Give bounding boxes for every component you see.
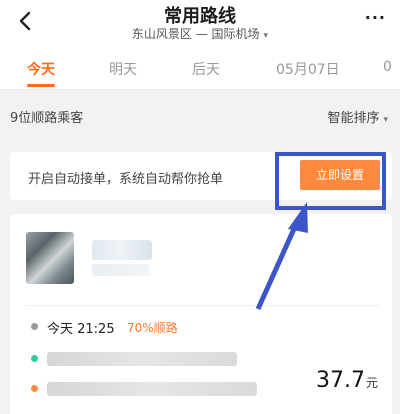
departure-time: 今天 21:25 [47,322,115,337]
app-screen: 常用路线 东山风景区 — 国际机场 ▾ ··· 今天 明天 后天 05月07日 0… [0,0,400,414]
passenger-info-redacted [92,264,150,276]
start-location-dot-icon [31,355,38,362]
tab-next-date[interactable]: 0 [383,59,392,75]
top-bar: 常用路线 东山风景区 — 国际机场 ▾ ··· [0,0,400,46]
filter-bar: 9位顺路乘客 智能排序 ▾ [0,92,400,138]
time-dot-icon [31,323,38,330]
avatar [26,232,74,284]
route-selector[interactable]: 东山风景区 — 国际机场 ▾ [0,25,400,42]
tab-may-07[interactable]: 05月07日 [276,59,340,79]
tab-today[interactable]: 今天 [27,59,55,79]
passenger-count: 9位顺路乘客 [10,111,84,126]
route-match-percent: 70%顺路 [127,321,178,335]
annotation-highlight-box [275,152,386,210]
sort-label: 智能排序 [327,111,380,126]
active-tab-indicator [27,84,55,87]
sort-dropdown[interactable]: 智能排序 ▾ [327,107,388,126]
card-divider [26,305,380,306]
auto-accept-text: 开启自动接单，系统自动帮你抢单 [28,172,224,187]
price-value: 37.7 [316,368,365,393]
trip-price: 37.7元 [316,368,378,393]
date-tabs: 今天 明天 后天 05月07日 0 [0,46,400,90]
end-location-redacted [47,382,257,396]
chevron-down-icon: ▾ [383,115,388,125]
start-location-redacted [47,352,237,366]
chevron-down-icon: ▾ [263,31,269,41]
route-text: 东山风景区 — 国际机场 [131,27,260,41]
price-unit: 元 [365,376,378,390]
tab-tomorrow[interactable]: 明天 [109,59,137,79]
more-menu-icon[interactable]: ··· [365,8,386,27]
passenger-name-redacted [92,240,152,260]
end-location-dot-icon [31,385,38,392]
tab-day-after[interactable]: 后天 [192,59,220,79]
